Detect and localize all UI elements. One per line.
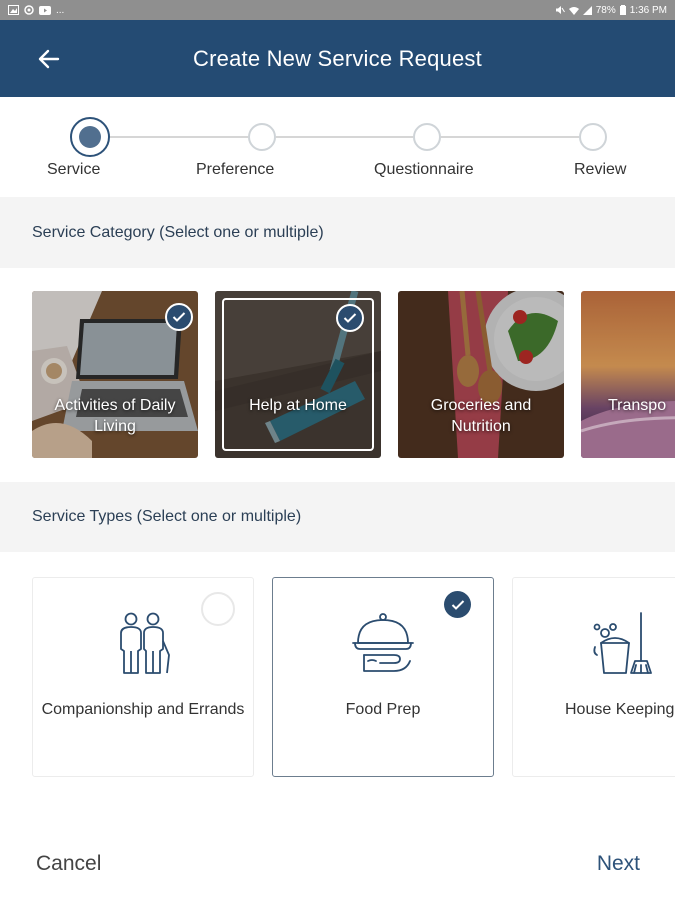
check-icon [451, 599, 464, 610]
selected-check-badge [444, 591, 471, 618]
back-button[interactable] [34, 44, 64, 74]
cleaning-bucket-icon [593, 612, 652, 674]
status-bar: ... 78% 1:36 PM [0, 0, 675, 20]
step-connector [276, 136, 413, 138]
type-card-companionship[interactable]: Companionship and Errands [32, 577, 254, 777]
service-types-header: Service Types (Select one or multiple) [0, 482, 675, 552]
selected-check-badge [165, 303, 193, 331]
category-label: Activities of Daily Living [54, 397, 176, 435]
cloche-icon [352, 613, 414, 672]
step-service-indicator[interactable] [70, 117, 110, 157]
settings-icon [24, 5, 34, 15]
youtube-icon [39, 5, 51, 15]
progress-stepper: Service Preference Questionnaire Review [0, 97, 675, 197]
type-label: Companionship and Errands [41, 701, 245, 718]
type-card-house-keeping[interactable]: House Keeping [512, 577, 675, 777]
wifi-icon [568, 6, 579, 15]
step-active-dot [79, 126, 101, 148]
step-connector [110, 136, 248, 138]
category-label: Help at Home [249, 397, 347, 414]
unselected-radio[interactable] [201, 592, 235, 626]
car-photo [581, 291, 675, 458]
category-card-activities[interactable]: Activities of Daily Living [32, 291, 198, 458]
type-label: Food Prep [345, 701, 421, 718]
type-label: House Keeping [565, 701, 675, 718]
battery-icon [619, 5, 626, 15]
gallery-icon [8, 5, 19, 15]
check-icon [343, 313, 357, 323]
footer-actions: Cancel Next [0, 832, 675, 900]
step-preference-indicator[interactable] [248, 123, 276, 151]
step-review-indicator[interactable] [579, 123, 607, 151]
type-card-food-prep[interactable]: Food Prep [272, 577, 494, 777]
arrow-left-icon [38, 49, 60, 69]
people-icon [120, 612, 170, 674]
next-button[interactable]: Next [597, 852, 640, 876]
category-carousel[interactable]: Activities of Daily Living Help at Home [0, 268, 675, 480]
step-questionnaire-indicator[interactable] [413, 123, 441, 151]
clock: 1:36 PM [629, 4, 667, 16]
step-label-service: Service [47, 161, 101, 178]
step-label-preference: Preference [196, 161, 275, 178]
category-label: Transpo [608, 397, 667, 414]
selected-check-badge [336, 304, 364, 332]
service-types-carousel[interactable]: Companionship and Errands Food Prep Hous… [0, 552, 675, 797]
step-label-questionnaire: Questionnaire [374, 161, 474, 178]
check-icon [172, 312, 186, 322]
more-icon: ... [56, 4, 65, 16]
status-right: 78% 1:36 PM [555, 5, 667, 16]
page-title: Create New Service Request [193, 45, 482, 71]
step-label-review: Review [574, 161, 627, 178]
signal-icon [582, 5, 592, 15]
mute-icon [555, 6, 565, 14]
step-connector [441, 136, 579, 138]
app-header: Create New Service Request [0, 20, 675, 97]
battery-percent: 78% [595, 4, 616, 16]
service-category-header: Service Category (Select one or multiple… [0, 197, 675, 268]
category-card-transportation[interactable]: Transpo [581, 291, 675, 458]
cancel-button[interactable]: Cancel [36, 852, 101, 876]
category-card-help-at-home[interactable]: Help at Home [215, 291, 381, 458]
category-card-groceries[interactable]: Groceries and Nutrition [398, 291, 564, 458]
status-left-icons: ... [8, 5, 64, 16]
category-label: Groceries and Nutrition [430, 397, 532, 435]
